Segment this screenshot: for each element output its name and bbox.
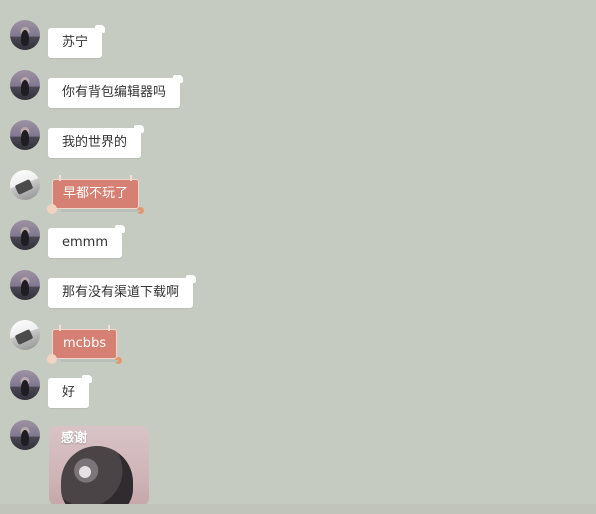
message-row: 苏宁 bbox=[10, 20, 570, 60]
message-bubble[interactable]: 苏宁 bbox=[48, 25, 106, 58]
bubble-underline bbox=[61, 360, 119, 362]
message-bubble[interactable]: 那有没有渠道下载啊 bbox=[48, 275, 197, 308]
message-bubble[interactable]: mcbbs bbox=[47, 325, 123, 364]
message-text: 好 bbox=[62, 385, 76, 400]
bubble-decoration-icon bbox=[47, 354, 57, 364]
message-row: 好 bbox=[10, 370, 570, 410]
avatar[interactable] bbox=[10, 120, 40, 150]
avatar[interactable] bbox=[10, 320, 40, 350]
message-text: 你有背包编辑器吗 bbox=[62, 85, 167, 100]
message-text: 那有没有渠道下载啊 bbox=[62, 285, 180, 300]
message-row: 那有没有渠道下载啊 bbox=[10, 270, 570, 310]
avatar[interactable] bbox=[10, 270, 40, 300]
message-text: mcbbs bbox=[63, 336, 107, 351]
message-row: emmm bbox=[10, 220, 570, 260]
message-bubble[interactable]: emmm bbox=[48, 225, 125, 258]
message-text: 我的世界的 bbox=[62, 135, 128, 150]
message-text: 苏宁 bbox=[62, 35, 89, 50]
bubble-underline bbox=[61, 210, 141, 212]
bubble-pin-icon bbox=[59, 325, 61, 331]
bubble-pin-icon bbox=[130, 175, 133, 181]
avatar[interactable] bbox=[10, 420, 40, 450]
message-row: mcbbs bbox=[10, 320, 570, 364]
message-bubble[interactable]: 你有背包编辑器吗 bbox=[48, 75, 184, 108]
chat-window: 苏宁 你有背包编辑器吗 我的世界的 早都不玩了 emmm 那有没有渠道下载啊 m… bbox=[0, 0, 596, 514]
avatar[interactable] bbox=[10, 170, 40, 200]
bottom-divider bbox=[0, 504, 596, 514]
avatar[interactable] bbox=[10, 370, 40, 400]
bubble-pin-icon bbox=[108, 325, 111, 331]
sticker-image[interactable]: 感谢 bbox=[49, 426, 149, 506]
message-text: 早都不玩了 bbox=[63, 186, 129, 201]
avatar[interactable] bbox=[10, 220, 40, 250]
penguin-image bbox=[61, 446, 133, 506]
message-row: 我的世界的 bbox=[10, 120, 570, 160]
message-row: 感谢 bbox=[10, 420, 570, 514]
bubble-decoration-icon bbox=[47, 204, 57, 214]
message-row: 早都不玩了 bbox=[10, 170, 570, 214]
message-text: emmm bbox=[62, 235, 108, 250]
message-bubble[interactable]: 好 bbox=[48, 375, 93, 408]
message-bubble[interactable]: 早都不玩了 bbox=[47, 175, 145, 214]
message-row: 你有背包编辑器吗 bbox=[10, 70, 570, 110]
avatar[interactable] bbox=[10, 20, 40, 50]
avatar[interactable] bbox=[10, 70, 40, 100]
sticker-caption: 感谢 bbox=[61, 431, 88, 446]
bubble-pin-icon bbox=[59, 175, 61, 181]
message-bubble[interactable]: 我的世界的 bbox=[48, 125, 145, 158]
